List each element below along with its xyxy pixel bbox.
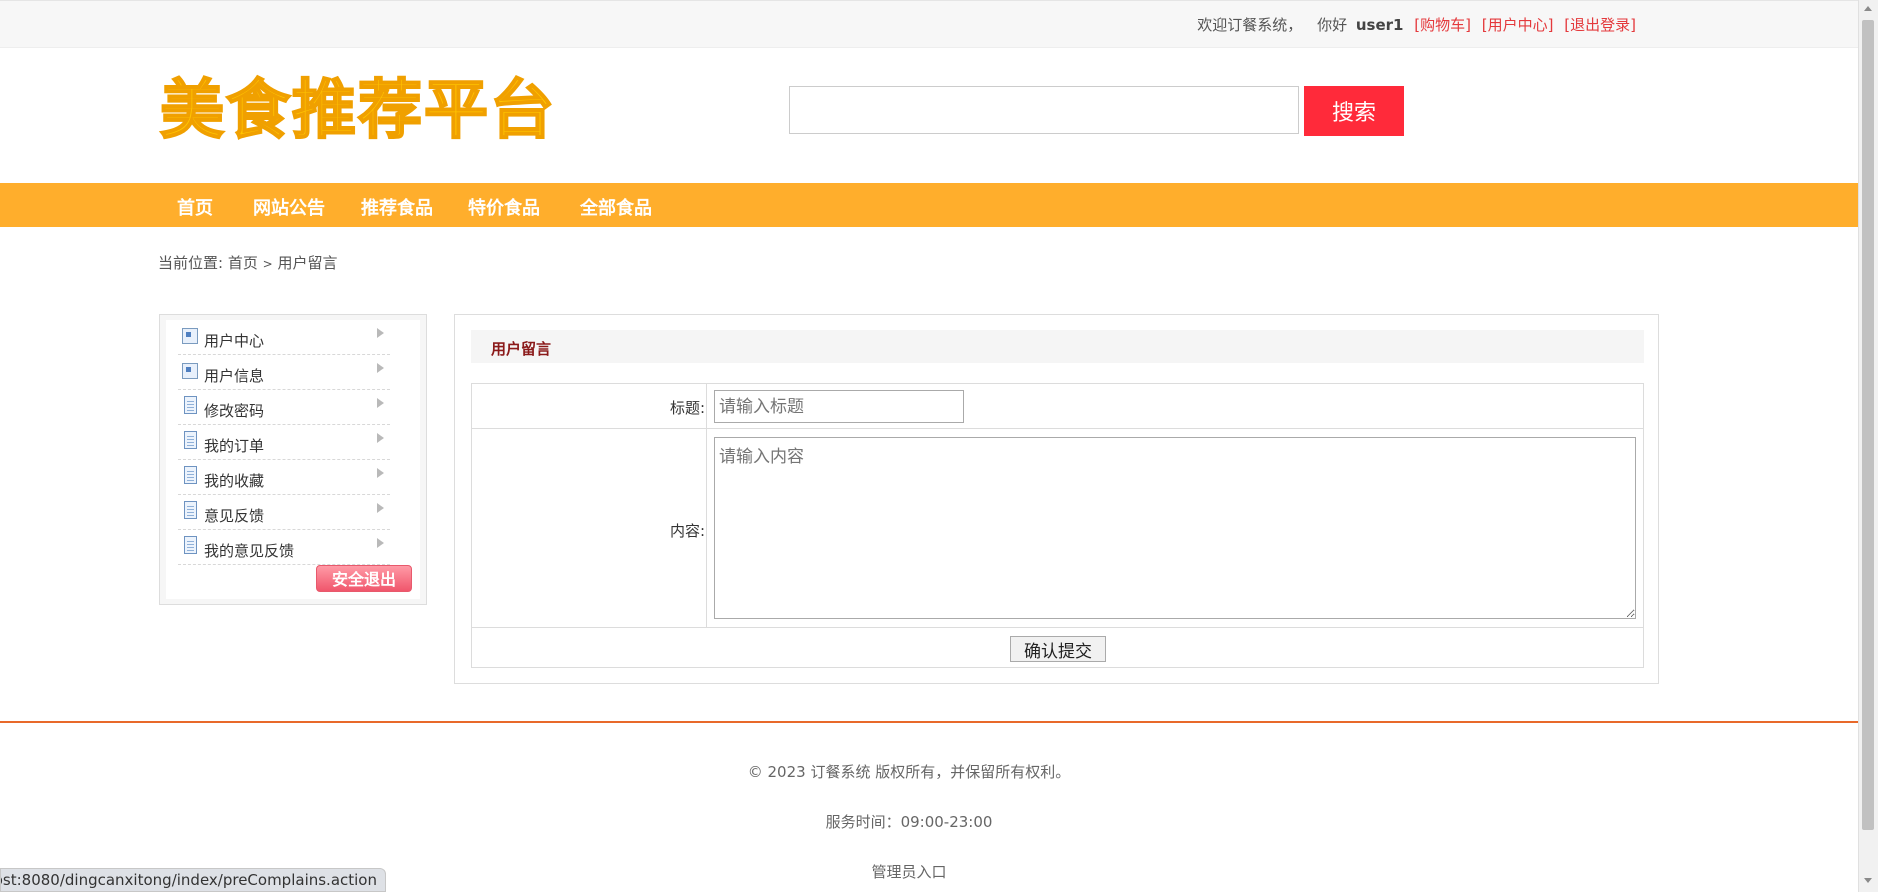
- breadcrumb-separator: >: [262, 257, 273, 271]
- arrow-right-icon: [377, 538, 384, 548]
- arrow-right-icon: [377, 433, 384, 443]
- form-row-divider: [472, 627, 1643, 628]
- greeting-text: 你好: [1317, 16, 1348, 34]
- message-form: 标题: 内容: 确认提交: [471, 383, 1644, 668]
- document-icon: [184, 536, 197, 554]
- sidebar-item-label: 我的意见反馈: [204, 542, 295, 560]
- document-icon: [184, 501, 197, 519]
- logout-link[interactable]: [退出登录]: [1564, 16, 1636, 34]
- search-input[interactable]: [789, 86, 1299, 134]
- status-url: host:8080/dingcanxitong/index/preComplai…: [0, 871, 377, 889]
- nav-item-all-foods[interactable]: 全部食品: [580, 194, 652, 220]
- arrow-right-icon: [377, 468, 384, 478]
- document-icon: [184, 466, 197, 484]
- safe-logout-button[interactable]: 安全退出: [316, 565, 412, 592]
- sidebar-item-label: 意见反馈: [204, 507, 265, 525]
- footer-divider: [0, 721, 1858, 723]
- submit-button[interactable]: 确认提交: [1010, 636, 1106, 662]
- id-card-icon: [182, 363, 198, 379]
- search-button[interactable]: 搜索: [1304, 86, 1404, 136]
- top-bar: 欢迎订餐系统， 你好 user1 [购物车] [用户中心] [退出登录]: [0, 0, 1858, 48]
- arrow-right-icon: [377, 363, 384, 373]
- arrow-right-icon: [377, 398, 384, 408]
- document-icon: [184, 431, 197, 449]
- main-nav: 首页 网站公告 推荐食品 特价食品 全部食品: [0, 183, 1858, 227]
- nav-item-recommended[interactable]: 推荐食品: [361, 194, 433, 220]
- site-logo[interactable]: 美食推荐平台: [159, 75, 556, 147]
- footer-service-hours: 服务时间：09:00-23:00: [825, 813, 993, 831]
- sidebar-item-label: 修改密码: [204, 402, 265, 420]
- nav-item-home[interactable]: 首页: [177, 194, 213, 220]
- breadcrumb-prefix: 当前位置:: [158, 254, 224, 272]
- title-input[interactable]: [714, 390, 964, 423]
- user-center-link[interactable]: [用户中心]: [1482, 16, 1554, 34]
- message-panel: 用户留言 标题: 内容: 确认提交: [454, 314, 1659, 684]
- arrow-right-icon: [377, 503, 384, 513]
- sidebar-item-label: 我的收藏: [204, 472, 265, 490]
- scroll-down-arrow-icon[interactable]: [1864, 878, 1872, 883]
- sidebar-item-label: 用户信息: [204, 367, 265, 385]
- breadcrumb: 当前位置: 首页 > 用户留言: [158, 252, 338, 273]
- welcome-text: 欢迎订餐系统，: [1197, 16, 1303, 34]
- user-sidebar: 用户中心 用户信息 修改密码 我的订单 我的收藏 意见反馈 我的意见反馈 安全退…: [159, 314, 427, 605]
- sidebar-item-change-password[interactable]: 修改密码: [178, 390, 390, 425]
- title-label: 标题:: [669, 399, 705, 417]
- id-card-icon: [182, 328, 198, 344]
- arrow-right-icon: [377, 328, 384, 338]
- form-row-divider: [472, 428, 1643, 429]
- sidebar-item-feedback[interactable]: 意见反馈: [178, 495, 390, 530]
- scrollbar-thumb[interactable]: [1862, 20, 1874, 830]
- document-icon: [184, 396, 197, 414]
- panel-title: 用户留言: [491, 340, 552, 358]
- panel-header: 用户留言: [471, 330, 1644, 363]
- sidebar-item-my-feedback[interactable]: 我的意见反馈: [178, 530, 390, 565]
- page-scrollbar[interactable]: [1858, 0, 1878, 892]
- sidebar-item-user-center[interactable]: 用户中心: [178, 320, 390, 355]
- browser-status-bar: host:8080/dingcanxitong/index/preComplai…: [0, 868, 386, 892]
- breadcrumb-current: 用户留言: [277, 254, 338, 272]
- nav-item-announcements[interactable]: 网站公告: [253, 194, 325, 220]
- form-column-divider: [706, 384, 707, 628]
- sidebar-item-my-favorites[interactable]: 我的收藏: [178, 460, 390, 495]
- top-bar-user-info: 欢迎订餐系统， 你好 user1 [购物车] [用户中心] [退出登录]: [1197, 14, 1636, 35]
- content-label: 内容:: [669, 522, 705, 540]
- content-textarea[interactable]: [714, 437, 1636, 619]
- sidebar-item-user-info[interactable]: 用户信息: [178, 355, 390, 390]
- nav-item-specials[interactable]: 特价食品: [468, 194, 540, 220]
- scroll-up-arrow-icon[interactable]: [1864, 6, 1872, 11]
- footer-copyright: © 2023 订餐系统 版权所有，并保留所有权利。: [747, 763, 1071, 781]
- sidebar-menu: 用户中心 用户信息 修改密码 我的订单 我的收藏 意见反馈 我的意见反馈 安全退…: [166, 320, 420, 599]
- sidebar-item-label: 我的订单: [204, 437, 265, 455]
- cart-link[interactable]: [购物车]: [1414, 16, 1471, 34]
- sidebar-item-my-orders[interactable]: 我的订单: [178, 425, 390, 460]
- breadcrumb-home[interactable]: 首页: [228, 254, 258, 272]
- sidebar-item-label: 用户中心: [204, 332, 265, 350]
- username: user1: [1355, 16, 1404, 34]
